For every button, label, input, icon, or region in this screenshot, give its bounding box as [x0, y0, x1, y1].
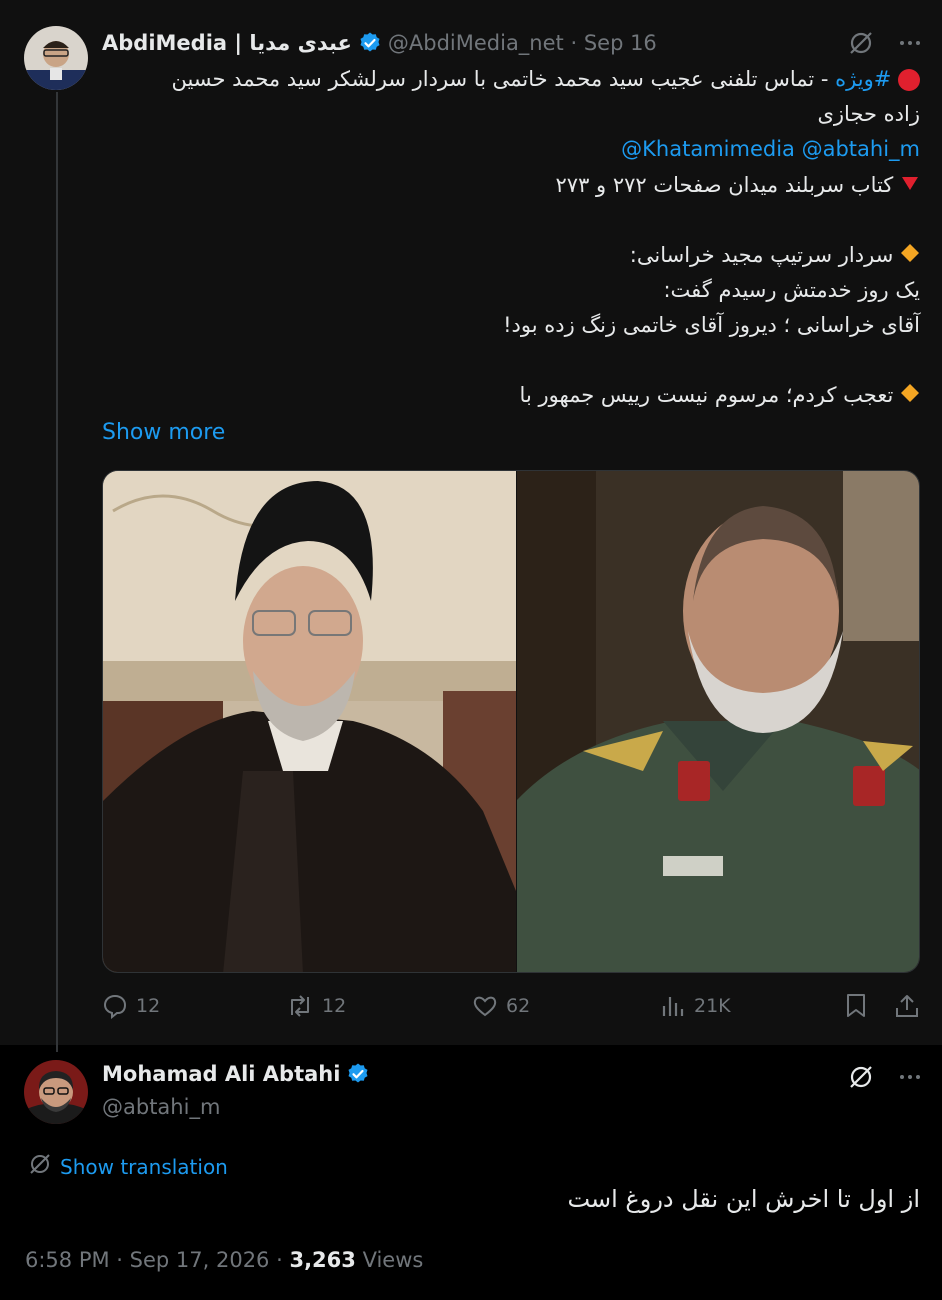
thread-connector-line [56, 92, 58, 1052]
translate-icon [28, 1152, 52, 1181]
orange-diamond-emoji [900, 379, 920, 414]
tweet-text: سردار سرتیپ مجید خراسانی: [629, 243, 894, 267]
avatar[interactable] [24, 26, 88, 90]
author-handle[interactable]: @AbdiMedia_net [388, 31, 564, 55]
show-translation-label: Show translation [60, 1154, 228, 1179]
orange-diamond-emoji [900, 239, 920, 274]
tweet-date[interactable]: Sep 16 [584, 31, 657, 55]
views-icon [660, 993, 686, 1019]
reply-views-label: Views [355, 1248, 424, 1272]
tweet-mentions: @Khatamimedia @abtahi_m [621, 132, 920, 167]
tweet-header: AbdiMedia | عبدی مدیا @AbdiMedia_net · S… [102, 28, 657, 58]
more-icon[interactable] [898, 1064, 922, 1095]
show-translation-button[interactable]: Show translation [28, 1152, 228, 1181]
share-icon [894, 993, 920, 1019]
reply-text: از اول تا اخرش این نقل دروغ است [567, 1185, 920, 1213]
like-count: 62 [506, 995, 531, 1017]
verified-badge-icon [358, 31, 382, 55]
like-icon [472, 993, 498, 1019]
reply-top-actions [848, 1064, 922, 1095]
bookmark-icon [844, 993, 868, 1019]
grok-icon[interactable] [848, 30, 874, 61]
grok-icon[interactable] [848, 1064, 874, 1095]
reply-button[interactable]: 12 [102, 993, 160, 1019]
dot-separator: · [563, 31, 584, 55]
tweet-text-line-4: کتاب سربلند میدان صفحات ۲۷۲ و ۲۷۳ [556, 168, 920, 204]
reply-views-count: 3,263 [289, 1248, 356, 1272]
tweet-text-line-2: زاده حجازی [817, 102, 920, 126]
bookmark-button[interactable] [844, 993, 868, 1019]
like-button[interactable]: 62 [472, 993, 530, 1019]
red-triangle-emoji [900, 169, 920, 204]
views-button[interactable]: 21K [660, 993, 731, 1019]
tweet-text-line-1: #ویژه - تماس تلفنی عجیب سید محمد خاتمی ب… [171, 62, 920, 97]
tweet-top-actions [848, 30, 922, 61]
views-count: 21K [694, 995, 731, 1017]
reply-header: Mohamad Ali Abtahi [102, 1062, 376, 1086]
more-icon[interactable] [898, 30, 922, 61]
reply-count: 12 [136, 995, 161, 1017]
retweet-button[interactable]: 12 [286, 993, 346, 1019]
tweet-actions-bar: 12 12 62 21K [102, 993, 920, 1027]
tweet-text-line-5: سردار سرتیپ مجید خراسانی: [630, 238, 920, 274]
tweet-text: - تماس تلفنی عجیب سید محمد خاتمی با سردا… [171, 67, 836, 91]
reply-avatar[interactable] [24, 1060, 88, 1124]
tweet-media-image[interactable] [102, 470, 920, 973]
tweet-text: تعجب کردم؛ مرسوم نیست رییس جمهور با [519, 383, 894, 407]
author-name[interactable]: AbdiMedia | عبدی مدیا [102, 31, 352, 55]
tweet-text-line-8: تعجب کردم؛ مرسوم نیست رییس جمهور با [520, 378, 920, 414]
mention-link[interactable]: @abtahi_m [802, 137, 920, 161]
reply-author-name[interactable]: Mohamad Ali Abtahi [102, 1062, 340, 1086]
reply-icon [102, 993, 128, 1019]
reply-author-handle[interactable]: @abtahi_m [102, 1095, 220, 1119]
show-more-link[interactable]: Show more [102, 420, 225, 445]
red-circle-emoji [898, 69, 920, 91]
tweet-text: کتاب سربلند میدان صفحات ۲۷۲ و ۲۷۳ [555, 173, 894, 197]
verified-badge-icon [346, 1062, 370, 1086]
retweet-icon [286, 993, 314, 1019]
tweet-text-line-7: آقای خراسانی ؛ دیروز آقای خاتمی زنگ زده … [503, 313, 920, 337]
reply-meta: 6:58 PM · Sep 17, 2026 · 3,263 Views [25, 1248, 423, 1272]
reply-timestamp[interactable]: 6:58 PM · Sep 17, 2026 · [25, 1248, 289, 1272]
mention-link[interactable]: @Khatamimedia [621, 137, 795, 161]
retweet-count: 12 [322, 995, 347, 1017]
hashtag-link[interactable]: #ویژه [835, 67, 891, 91]
share-button[interactable] [894, 993, 920, 1019]
tweet-text-line-6: یک روز خدمتش رسیدم گفت: [663, 278, 920, 302]
